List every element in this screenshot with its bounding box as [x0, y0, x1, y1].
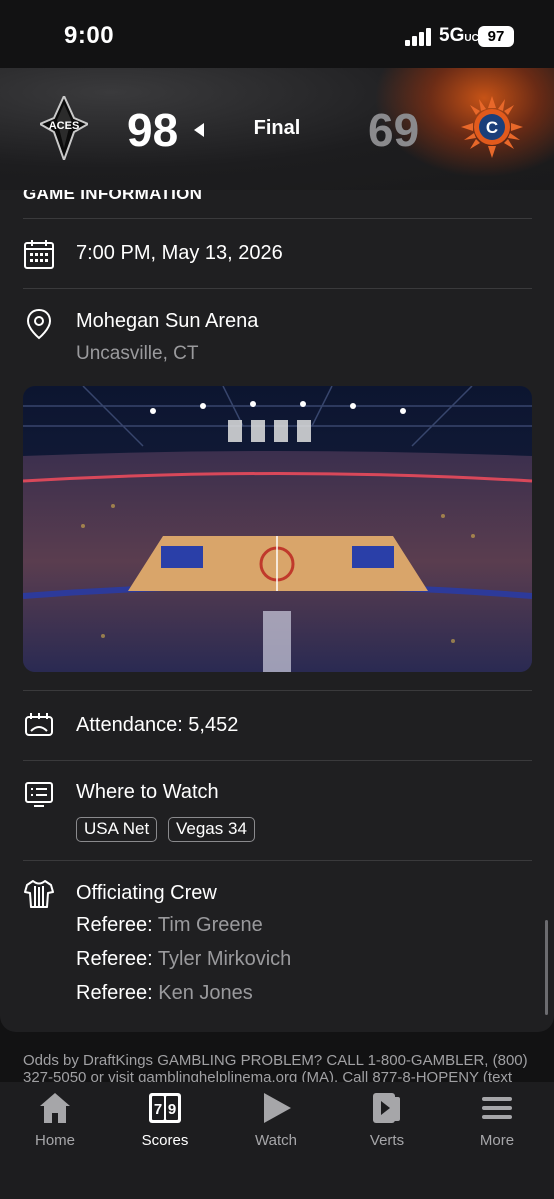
svg-text:7: 7	[154, 1101, 162, 1118]
network-type: 5GUC	[439, 25, 479, 46]
calendar-icon	[24, 240, 54, 269]
divider	[23, 690, 532, 691]
referee-name: Tim Greene	[157, 914, 263, 936]
referee-role: Referee:	[76, 914, 153, 936]
officiating-crew-label: Officiating Crew	[76, 882, 217, 904]
scoreboard-icon: 7 9	[149, 1093, 181, 1123]
location-pin-icon	[26, 308, 52, 340]
svg-text:9: 9	[168, 1101, 176, 1118]
referee-role: Referee:	[76, 982, 153, 1004]
referee-name: Ken Jones	[158, 982, 253, 1004]
tab-home[interactable]: Home	[0, 1090, 110, 1149]
referee-role: Referee:	[76, 948, 153, 970]
tab-verts[interactable]: Verts	[332, 1090, 442, 1149]
battery-indicator: 97	[478, 26, 514, 47]
bottom-tab-bar: Home 7 9 Scores Watch Verts More	[0, 1082, 554, 1199]
play-icon	[264, 1093, 291, 1123]
tab-label: Scores	[141, 1132, 189, 1149]
sun-logo-icon: C	[461, 96, 523, 158]
divider	[23, 860, 532, 861]
tab-label: Watch	[255, 1132, 297, 1149]
channel-chip-vegas-34[interactable]: Vegas 34	[168, 817, 255, 842]
game-datetime: 7:00 PM, May 13, 2026	[76, 242, 283, 264]
scrollbar[interactable]	[545, 920, 548, 1015]
away-score: 69	[368, 104, 420, 156]
referee-row: Referee: Tim Greene	[76, 914, 263, 937]
tab-label: Home	[34, 1132, 75, 1149]
game-information-card: GAME INFORMATION 7:00 PM, May 13, 2026 M…	[0, 190, 554, 1032]
gambling-disclaimer: Odds by DraftKings GAMBLING PROBLEM? CAL…	[23, 1052, 528, 1086]
home-icon	[40, 1093, 70, 1123]
status-time: 9:00	[64, 22, 115, 49]
menu-icon	[482, 1097, 512, 1119]
attendance: Attendance: 5,452	[76, 714, 239, 736]
divider	[23, 218, 532, 219]
tv-listing-icon	[25, 782, 53, 807]
divider	[23, 288, 532, 289]
tab-more[interactable]: More	[442, 1090, 552, 1149]
section-title: GAME INFORMATION	[23, 190, 203, 203]
where-to-watch-label: Where to Watch	[76, 781, 219, 803]
status-bar: 9:00 5GUC 97	[0, 0, 554, 68]
cellular-signal-icon	[405, 28, 431, 46]
divider	[23, 760, 532, 761]
tab-label: Verts	[369, 1132, 405, 1149]
venue-location: Uncasville, CT	[76, 343, 199, 364]
referee-jersey-icon	[24, 880, 54, 908]
arena-photo	[23, 386, 532, 672]
tab-scores[interactable]: 7 9 Scores	[110, 1090, 220, 1149]
svg-text:C: C	[486, 118, 498, 137]
channel-chip-usa-net[interactable]: USA Net	[76, 817, 158, 842]
tab-watch[interactable]: Watch	[221, 1090, 331, 1149]
score-header[interactable]: ACES 98 Final 69 C	[0, 68, 554, 190]
verts-icon	[373, 1093, 400, 1123]
venue-name[interactable]: Mohegan Sun Arena	[76, 310, 258, 333]
referee-row: Referee: Tyler Mirkovich	[76, 948, 291, 971]
referee-name: Tyler Mirkovich	[157, 948, 292, 970]
referee-row: Referee: Ken Jones	[76, 982, 253, 1005]
tab-label: More	[479, 1132, 515, 1149]
arena-seats-icon	[25, 713, 53, 736]
